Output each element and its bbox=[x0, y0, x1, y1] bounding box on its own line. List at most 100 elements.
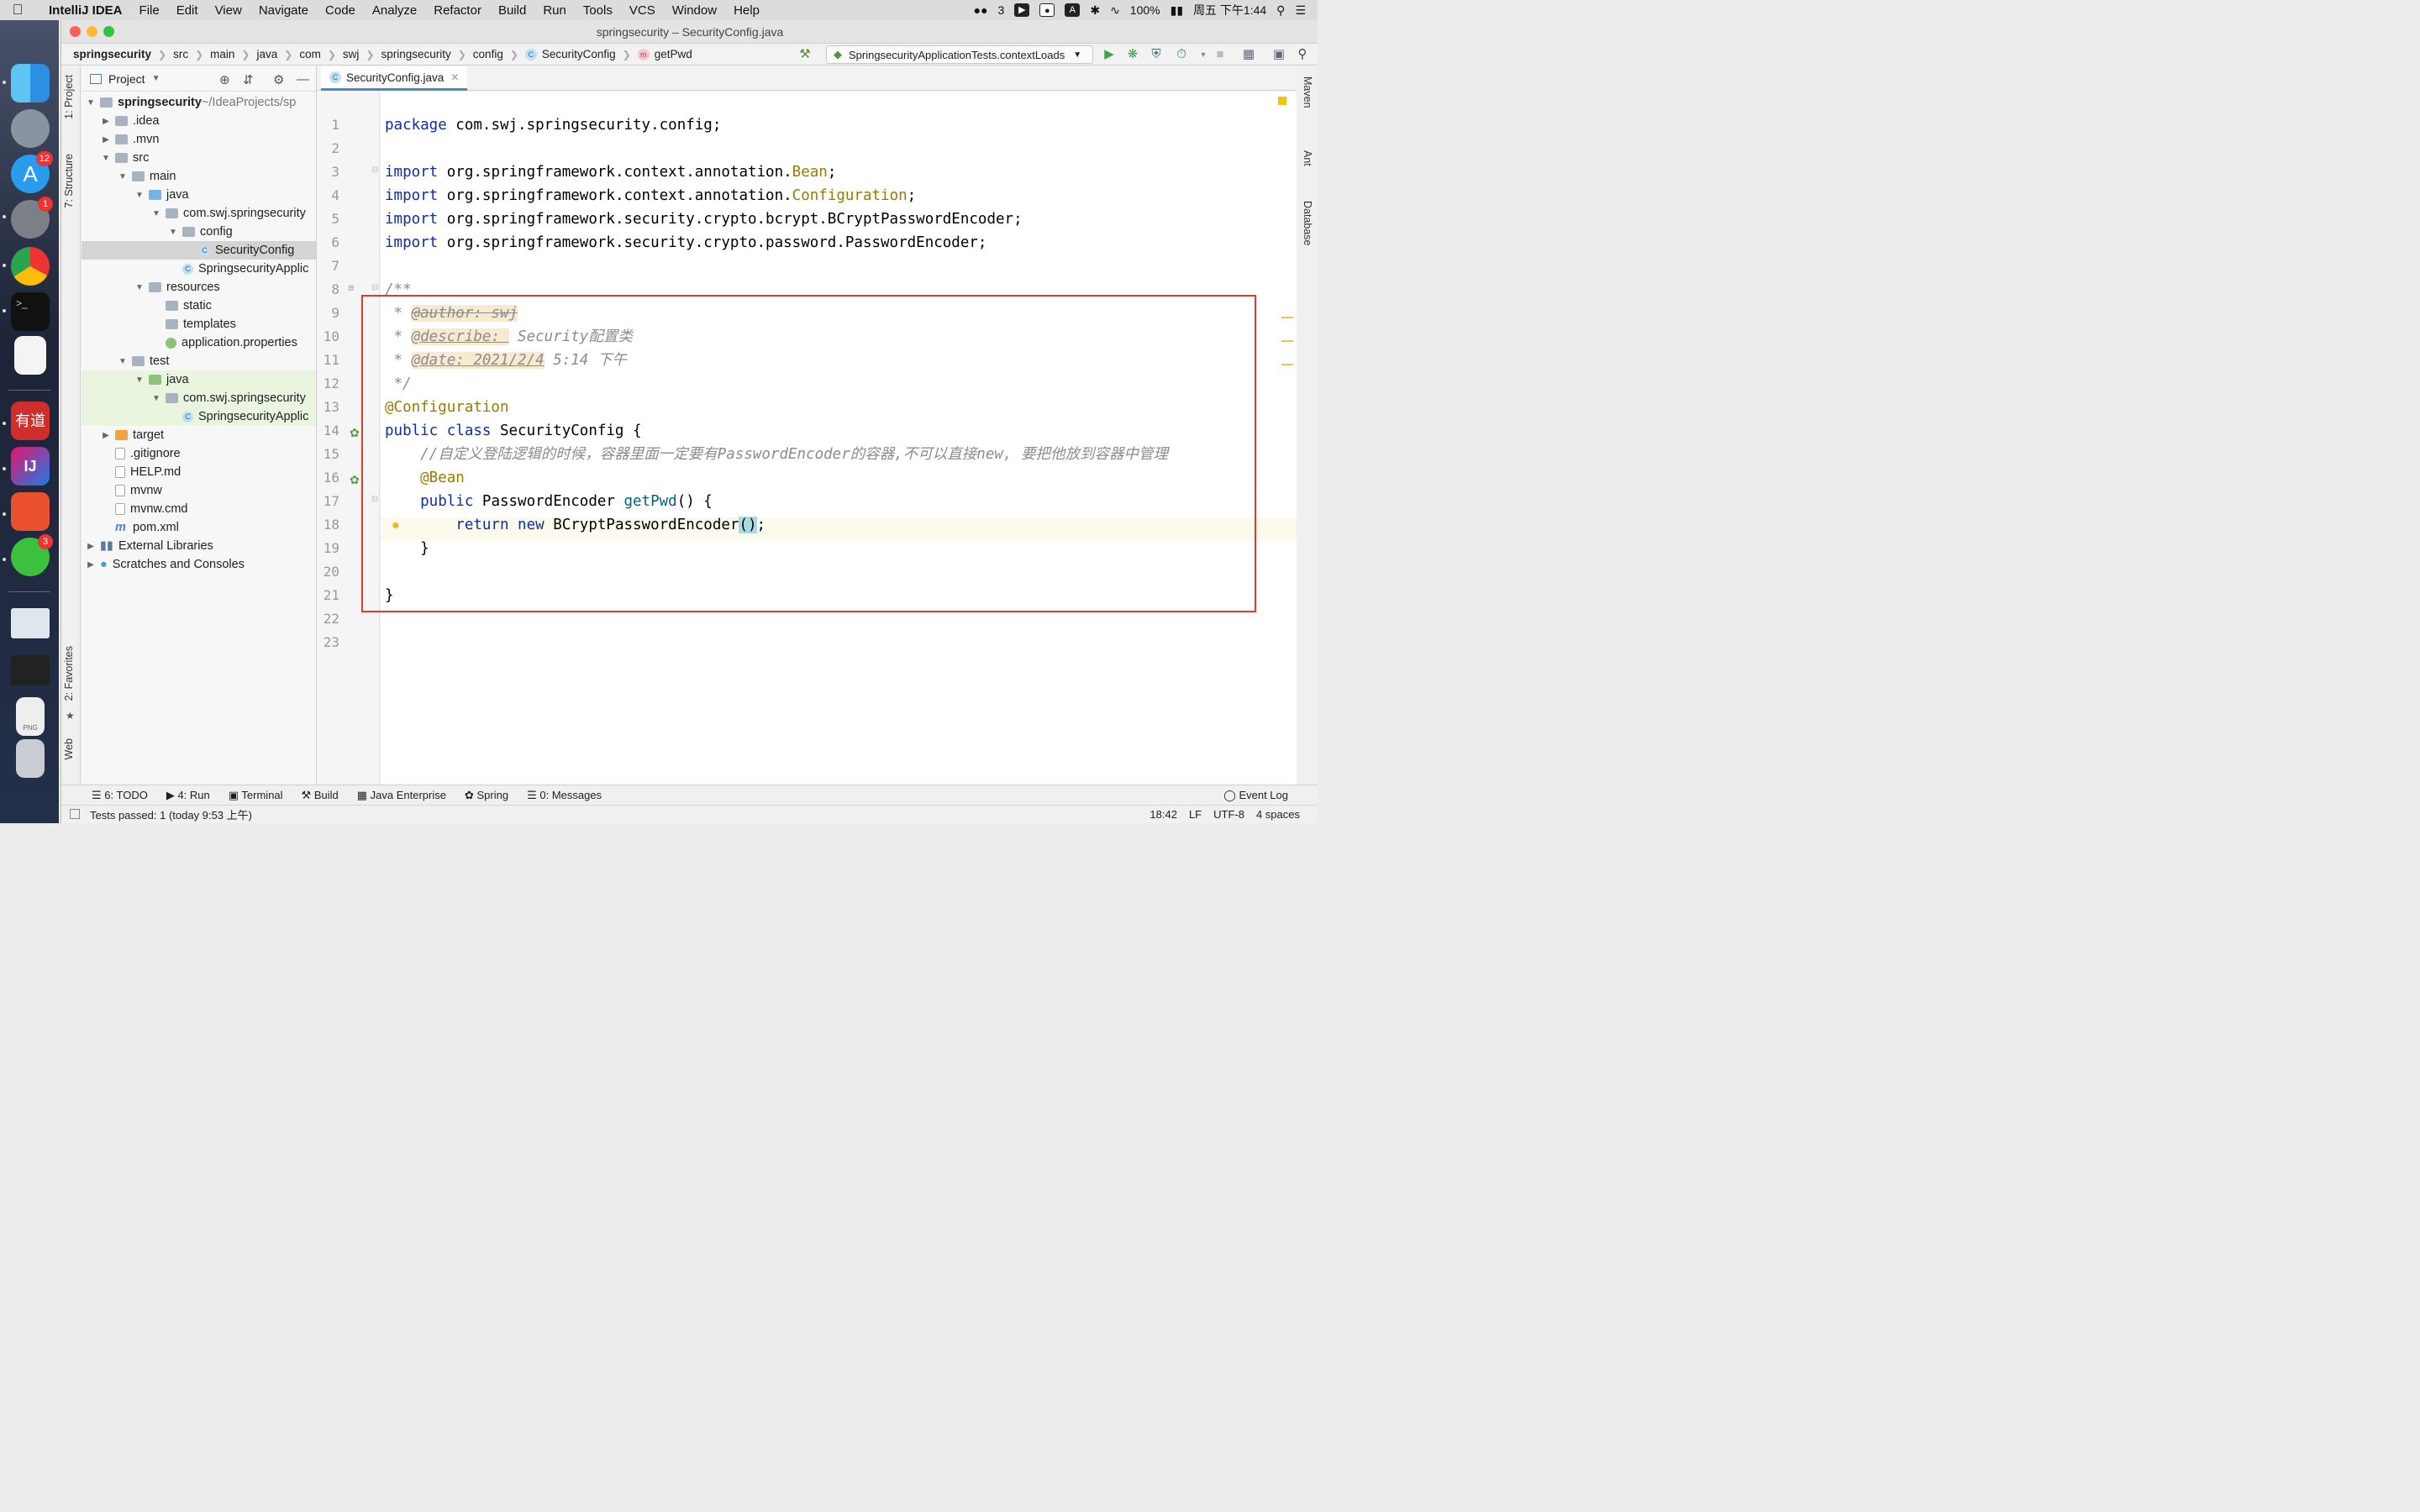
menu-view[interactable]: View bbox=[207, 3, 250, 18]
menu-help[interactable]: Help bbox=[725, 3, 768, 18]
search-icon[interactable]: ⚲ bbox=[1276, 3, 1285, 18]
breadcrumb-method[interactable]: m getPwd bbox=[637, 48, 692, 60]
menu-run[interactable]: Run bbox=[534, 3, 575, 18]
window-thumb-icon[interactable] bbox=[11, 655, 50, 685]
tree-node[interactable]: ▶ .idea bbox=[82, 112, 316, 130]
tree-node[interactable]: ▼ com.swj.springsecurity bbox=[82, 204, 316, 223]
breadcrumb-item[interactable]: springsecurity bbox=[73, 48, 151, 60]
fold-icon[interactable]: ⊟ bbox=[371, 283, 378, 292]
intellij-icon[interactable]: IJ bbox=[11, 447, 50, 486]
tab-securityconfig[interactable]: C SecurityConfig.java ✕ bbox=[321, 66, 468, 91]
structure-tool-tab[interactable]: 7: Structure bbox=[63, 154, 75, 208]
tree-node[interactable]: ▼ java bbox=[82, 186, 316, 204]
tree-node[interactable]: ▼ test bbox=[82, 352, 316, 370]
warning-marker[interactable] bbox=[1281, 340, 1293, 342]
youdao-icon[interactable]: 有道 bbox=[11, 402, 50, 440]
tree-node-selected[interactable]: C SecurityConfig bbox=[82, 241, 316, 260]
close-tab-icon[interactable]: ✕ bbox=[450, 71, 459, 83]
menu-edit[interactable]: Edit bbox=[168, 3, 207, 18]
breadcrumb-item[interactable]: springsecurity bbox=[381, 48, 450, 60]
file-encoding[interactable]: UTF-8 bbox=[1213, 808, 1244, 821]
build-tool-button[interactable]: ⚒ Build bbox=[302, 789, 339, 802]
breadcrumb-class[interactable]: C SecurityConfig bbox=[524, 48, 616, 60]
finder-icon[interactable] bbox=[11, 64, 50, 102]
tree-node[interactable]: m pom.xml bbox=[82, 518, 316, 537]
java-enterprise-tool-button[interactable]: ▦ Java Enterprise bbox=[357, 789, 446, 802]
warning-marker[interactable] bbox=[1281, 317, 1293, 318]
indent-setting[interactable]: 4 spaces bbox=[1256, 808, 1300, 821]
project-tool-tab[interactable]: 1: Project bbox=[63, 75, 75, 119]
expanded-arrow-icon[interactable]: ▼ bbox=[117, 172, 129, 181]
media-player-icon[interactable] bbox=[11, 492, 50, 531]
tree-node[interactable]: mvnw bbox=[82, 481, 316, 500]
menu-code[interactable]: Code bbox=[317, 3, 364, 18]
expanded-arrow-icon[interactable]: ▼ bbox=[134, 283, 145, 292]
status-message[interactable]: Tests passed: 1 (today 9:53 上午) bbox=[90, 806, 252, 822]
menu-window[interactable]: Window bbox=[664, 3, 725, 18]
expanded-arrow-icon[interactable]: ▼ bbox=[85, 98, 97, 108]
breadcrumb-item[interactable]: java bbox=[256, 48, 277, 60]
collapsed-arrow-icon[interactable]: ▶ bbox=[100, 117, 112, 126]
favorites-tool-tab[interactable]: 2: Favorites bbox=[63, 646, 75, 701]
expanded-arrow-icon[interactable]: ▼ bbox=[100, 154, 112, 163]
coverage-icon[interactable]: ⛨ bbox=[1149, 47, 1164, 62]
project-view-select[interactable]: Project bbox=[108, 72, 145, 86]
spring-bean-gutter-icon[interactable]: ✿ bbox=[350, 426, 360, 440]
tree-node[interactable]: ▶ target bbox=[82, 426, 316, 444]
database-tool-tab[interactable]: Database bbox=[1302, 201, 1313, 246]
chrome-icon[interactable] bbox=[11, 247, 50, 286]
screenshot-thumb-icon[interactable] bbox=[11, 608, 50, 638]
javadoc-render-icon[interactable]: ≡ bbox=[348, 281, 355, 294]
collapsed-arrow-icon[interactable]: ▶ bbox=[100, 431, 112, 440]
expanded-arrow-icon[interactable]: ▼ bbox=[134, 191, 145, 200]
tree-node-project-root[interactable]: ▼ springsecurity ~/IdeaProjects/sp bbox=[82, 93, 316, 112]
profile-icon[interactable]: ⏱ bbox=[1174, 47, 1189, 62]
tree-node[interactable]: static bbox=[82, 297, 316, 315]
todo-tool-button[interactable]: ☰ 6: TODO bbox=[92, 789, 148, 802]
breadcrumb-item[interactable]: config bbox=[473, 48, 503, 60]
event-log-button[interactable]: ◯ Event Log bbox=[1223, 789, 1288, 802]
menu-tools[interactable]: Tools bbox=[575, 3, 621, 18]
bluetooth-icon[interactable]: ✱ bbox=[1090, 3, 1100, 18]
battery-icon[interactable]: ▮▮ bbox=[1171, 3, 1183, 18]
wechat-icon[interactable]: 3 bbox=[11, 534, 53, 576]
debug-icon[interactable]: ❋ bbox=[1125, 47, 1140, 62]
lightbulb-icon[interactable]: ● bbox=[392, 518, 400, 533]
launchpad-icon[interactable] bbox=[11, 109, 50, 148]
expanded-arrow-icon[interactable]: ▼ bbox=[150, 394, 162, 403]
breadcrumb-item[interactable]: src bbox=[173, 48, 188, 60]
control-center-icon[interactable]: ☰ bbox=[1295, 3, 1306, 18]
project-structure-icon[interactable]: ▦ bbox=[1241, 47, 1256, 62]
tree-node[interactable]: ▼ config bbox=[82, 223, 316, 241]
png-file-icon[interactable]: PNG bbox=[16, 697, 45, 736]
expanded-arrow-icon[interactable]: ▼ bbox=[150, 209, 162, 218]
tree-node[interactable]: ▼ com.swj.springsecurity bbox=[82, 389, 316, 407]
fold-icon[interactable]: ⊟ bbox=[371, 165, 378, 175]
trash-icon[interactable] bbox=[16, 739, 45, 778]
more-run-chevron-icon[interactable]: ▼ bbox=[1196, 47, 1211, 62]
breadcrumb-item[interactable]: swj bbox=[343, 48, 360, 60]
tree-node[interactable]: application.properties bbox=[82, 333, 316, 352]
run-configuration-select[interactable]: ◆ SpringsecurityApplicationTests.context… bbox=[826, 45, 1093, 64]
fold-icon[interactable]: ⊟ bbox=[371, 495, 378, 504]
breadcrumb-item[interactable]: com bbox=[299, 48, 321, 60]
spring-tool-button[interactable]: ✿ Spring bbox=[465, 789, 508, 802]
expanded-arrow-icon[interactable]: ▼ bbox=[117, 357, 129, 366]
tree-node[interactable]: C SpringsecurityApplic bbox=[82, 407, 316, 426]
line-separator[interactable]: LF bbox=[1189, 808, 1202, 821]
terminal-toolbar-icon[interactable]: ▣ bbox=[1271, 47, 1286, 62]
toggle-tool-windows-icon[interactable] bbox=[70, 809, 80, 819]
tree-node[interactable]: ▶ ▮▮ External Libraries bbox=[82, 537, 316, 555]
tree-node[interactable]: C SpringsecurityApplic bbox=[82, 260, 316, 278]
collapsed-arrow-icon[interactable]: ▶ bbox=[85, 542, 97, 551]
tree-node[interactable]: ▼ java bbox=[82, 370, 316, 389]
run-icon[interactable]: ▶ bbox=[1102, 47, 1117, 62]
gear-icon[interactable]: ⚙ bbox=[273, 72, 284, 87]
menu-vcs[interactable]: VCS bbox=[621, 3, 664, 18]
tree-node[interactable]: mvnw.cmd bbox=[82, 500, 316, 518]
wifi-icon[interactable]: ∿ bbox=[1110, 3, 1120, 18]
run-tool-button[interactable]: ▶ 4: Run bbox=[166, 789, 210, 802]
tree-node[interactable]: templates bbox=[82, 315, 316, 333]
chevron-down-icon[interactable]: ▼ bbox=[152, 74, 160, 83]
locate-file-icon[interactable]: ⊕ bbox=[219, 72, 230, 87]
